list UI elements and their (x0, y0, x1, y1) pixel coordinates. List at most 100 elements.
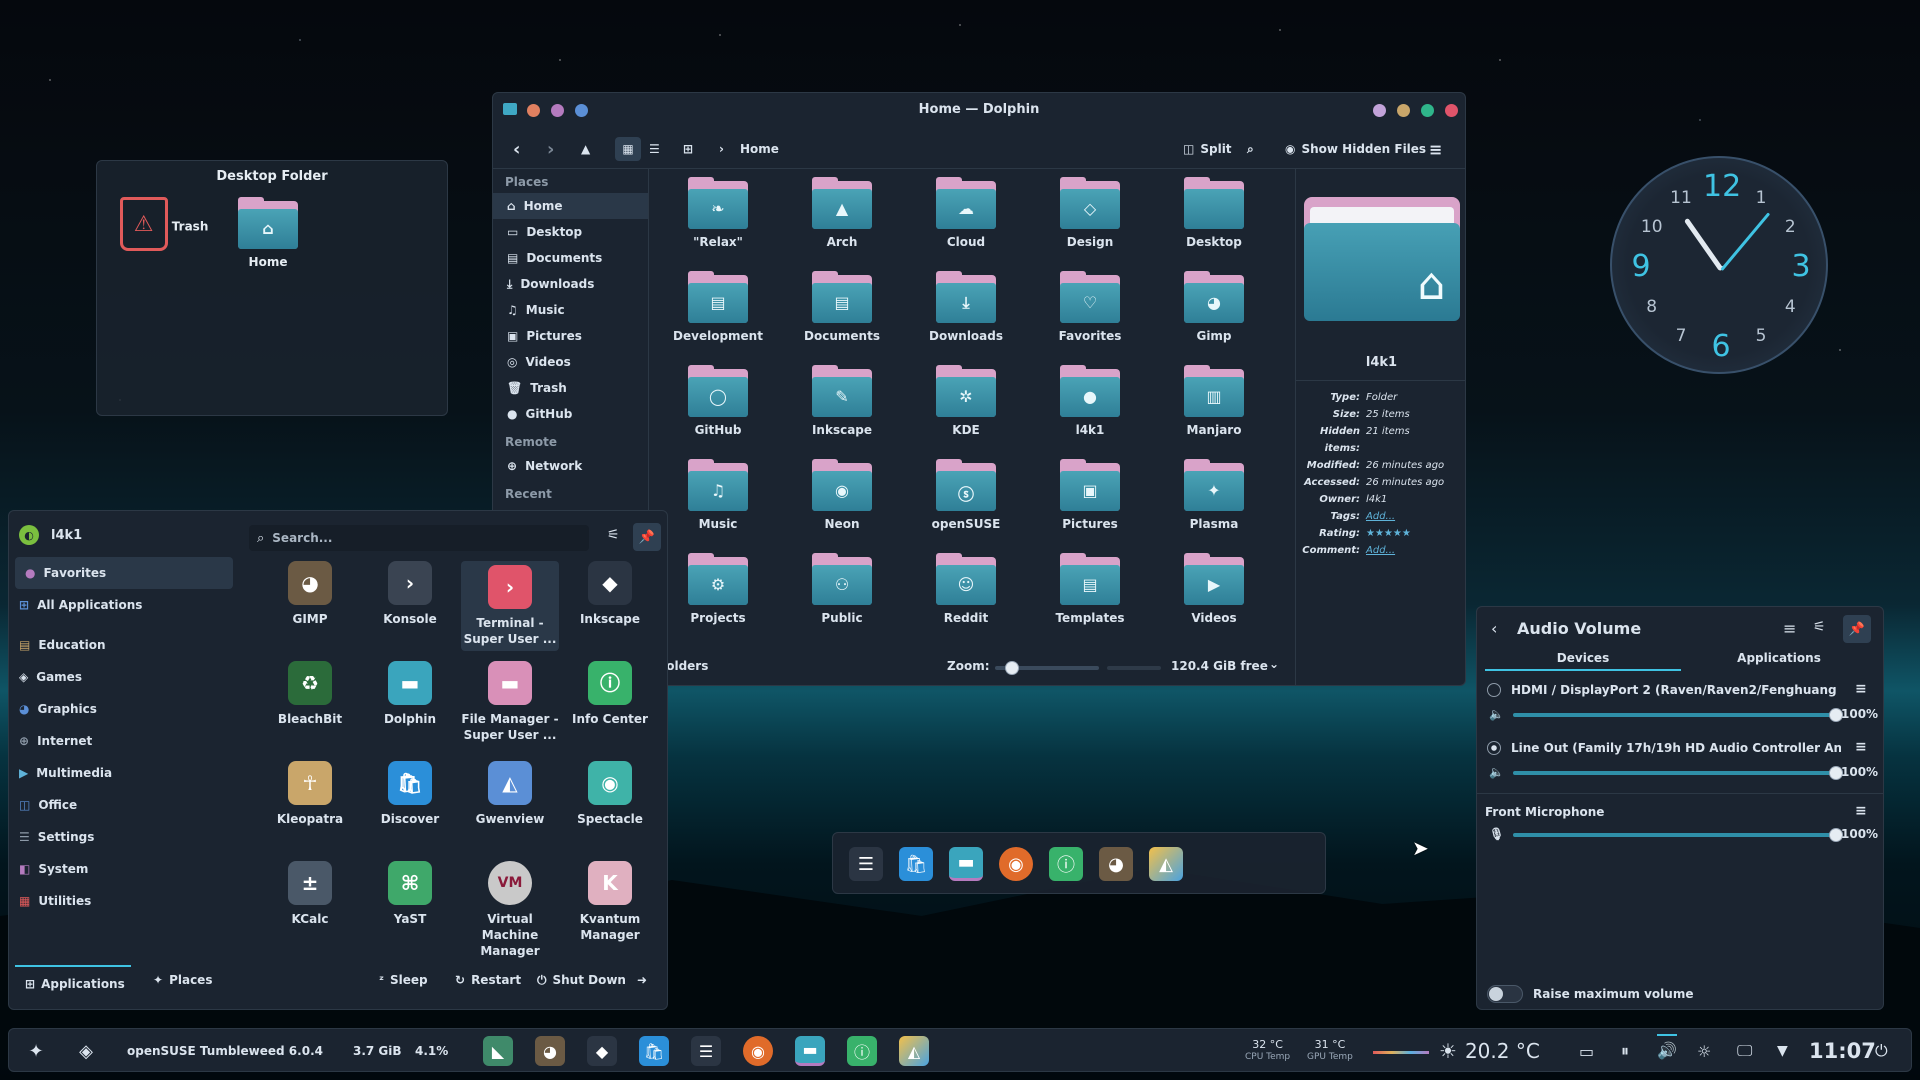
breadcrumb[interactable]: › Home (719, 137, 779, 161)
task-dolphin-icon[interactable]: ▬ (795, 1036, 825, 1066)
category-item[interactable]: ● Favorites (15, 557, 233, 589)
device-menu-button[interactable]: ≡ (1855, 739, 1867, 755)
folder-item[interactable]: ◯ GitHub (659, 365, 777, 437)
info-value[interactable]: Add... (1366, 508, 1395, 525)
folder-item[interactable]: ⓢ openSUSE (907, 459, 1025, 531)
chevron-down-icon[interactable]: ⌄ (1269, 657, 1279, 671)
app-item[interactable]: › Konsole (361, 561, 459, 627)
folder-item[interactable]: ♫ Music (659, 459, 777, 531)
dock-settings-icon[interactable]: ☰ (849, 847, 883, 881)
folder-item[interactable]: ▣ Pictures (1031, 459, 1149, 531)
shutdown-button[interactable]: ⏻ Shut Down (537, 973, 626, 988)
folder-item[interactable]: ▲ Arch (783, 177, 901, 249)
menu-button[interactable]: ≡ (1783, 619, 1796, 638)
category-item[interactable]: ☰ Settings (9, 821, 239, 853)
minimize-button[interactable] (1397, 104, 1410, 117)
volume-slider[interactable] (1513, 766, 1843, 780)
category-item[interactable]: ▶ Multimedia (9, 757, 239, 789)
folder-item[interactable]: ☁ Cloud (907, 177, 1025, 249)
search-field[interactable]: ⌕ Search... (249, 525, 589, 551)
app-item[interactable]: ◉ Spectacle (561, 761, 659, 827)
folder-item[interactable]: Desktop (1155, 177, 1273, 249)
configure-button[interactable]: ⚟ (1813, 619, 1826, 635)
mic-menu-button[interactable]: ≡ (1855, 803, 1867, 819)
task-gimp-icon[interactable]: ◕ (535, 1036, 565, 1066)
app-item[interactable]: › Terminal - Super User ... (461, 561, 559, 651)
battery-icon[interactable]: ▭ (1579, 1036, 1594, 1066)
category-item[interactable]: ⊕ Internet (9, 725, 239, 757)
dock-gwenview-icon[interactable]: ◭ (1149, 847, 1183, 881)
task-discover-icon[interactable]: 🛍 (639, 1036, 669, 1066)
toggle-switch[interactable] (1487, 985, 1523, 1003)
dock-discover-icon[interactable]: 🛍 (899, 847, 933, 881)
tab-applications[interactable]: Applications (1681, 647, 1877, 671)
device-menu-button[interactable]: ≡ (1855, 681, 1867, 697)
folder-item[interactable]: ❧ "Relax" (659, 177, 777, 249)
folder-item[interactable]: ⤓ Downloads (907, 271, 1025, 343)
folder-item[interactable]: ● l4k1 (1031, 365, 1149, 437)
place-documents[interactable]: ▤ Documents (493, 245, 648, 271)
brightness-icon[interactable]: ☼ (1697, 1036, 1711, 1066)
split-button[interactable]: ◫ Split (1183, 137, 1232, 161)
tray-expand-icon[interactable]: ▼ (1777, 1036, 1788, 1066)
restart-button[interactable]: ↻ Restart (455, 973, 521, 987)
show-hidden-files-button[interactable]: ◉ Show Hidden Files (1285, 137, 1426, 161)
volume-icon[interactable]: 🔊 (1657, 1034, 1677, 1064)
sleep-button[interactable]: ᶻ Sleep (379, 973, 428, 987)
hamburger-menu-button[interactable]: ≡ (1429, 137, 1442, 161)
category-item[interactable]: ▦ Utilities (9, 885, 239, 917)
app-item[interactable]: ◆ Inkscape (561, 561, 659, 627)
maximize-button[interactable] (1421, 104, 1434, 117)
layers-icon[interactable]: ◈ (71, 1036, 101, 1066)
app-item[interactable]: ▬ Dolphin (361, 661, 459, 727)
app-item[interactable]: ⓘ Info Center (561, 661, 659, 727)
folder-item[interactable]: ⚇ Public (783, 553, 901, 625)
category-item[interactable]: ◫ Office (9, 789, 239, 821)
place-github[interactable]: ● GitHub (493, 401, 648, 427)
place-music[interactable]: ♫ Music (493, 297, 648, 323)
folder-item[interactable]: ✲ KDE (907, 365, 1025, 437)
pin-button[interactable]: 📌 (1843, 615, 1871, 643)
forward-button[interactable]: › (547, 137, 554, 161)
launcher-button[interactable]: ✦ (21, 1036, 51, 1066)
folder-item[interactable]: ◇ Design (1031, 177, 1149, 249)
dock-gimp-icon[interactable]: ◕ (1099, 847, 1133, 881)
category-item[interactable]: ◈ Games (9, 661, 239, 693)
dock-info-center-icon[interactable]: ⓘ (1049, 847, 1083, 881)
info-value[interactable]: ★★★★★ (1366, 525, 1411, 542)
place-trash[interactable]: 🗑 Trash (493, 375, 648, 401)
dock-dolphin-icon[interactable]: ▬ (949, 847, 983, 881)
dock-firefox-icon[interactable]: ◉ (999, 847, 1033, 881)
up-button[interactable]: ▲ (581, 137, 590, 161)
pin-button[interactable]: 📌 (633, 523, 661, 551)
microphone-icon[interactable]: 🎙 (1489, 827, 1504, 841)
breadcrumb-home[interactable]: Home (740, 142, 779, 156)
folder-item[interactable]: ▤ Development (659, 271, 777, 343)
folder-item[interactable]: ☺ Reddit (907, 553, 1025, 625)
app-item[interactable]: ◭ Gwenview (461, 761, 559, 827)
app-item[interactable]: 🛍 Discover (361, 761, 459, 827)
app-item[interactable]: ♻ BleachBit (261, 661, 359, 727)
desktop-trash-item[interactable]: ⚠ Trash (119, 197, 209, 257)
folder-item[interactable]: ▥ Manjaro (1155, 365, 1273, 437)
speaker-icon[interactable]: 🔈 (1489, 765, 1504, 779)
help-button[interactable] (1373, 104, 1386, 117)
weather-widget[interactable]: ☀ 20.2 °C (1439, 1036, 1540, 1066)
place-desktop[interactable]: ▭ Desktop (493, 219, 648, 245)
display-config-icon[interactable]: 🖵 (1737, 1036, 1752, 1066)
category-item[interactable]: ▤ Education (9, 629, 239, 661)
configure-button[interactable]: ⚟ (607, 527, 620, 543)
folder-item[interactable]: ▤ Documents (783, 271, 901, 343)
app-item[interactable]: ▬ File Manager - Super User ... (461, 661, 559, 743)
folder-item[interactable]: ✦ Plasma (1155, 459, 1273, 531)
place-videos[interactable]: ◎ Videos (493, 349, 648, 375)
places-tab[interactable]: ✦ Places (153, 973, 212, 987)
category-item[interactable]: ◕ Graphics (9, 693, 239, 725)
desktop-home-item[interactable]: ⌂ Home (223, 197, 313, 269)
task-info-center-icon[interactable]: ⓘ (847, 1036, 877, 1066)
default-device-radio[interactable] (1487, 741, 1501, 755)
details-view-button[interactable]: ⊞ (683, 137, 693, 161)
power-icon[interactable]: ⏻ (1875, 1036, 1888, 1066)
back-button[interactable]: ‹ (1491, 619, 1497, 638)
applications-tab[interactable]: ⊞ Applications (15, 965, 131, 1001)
